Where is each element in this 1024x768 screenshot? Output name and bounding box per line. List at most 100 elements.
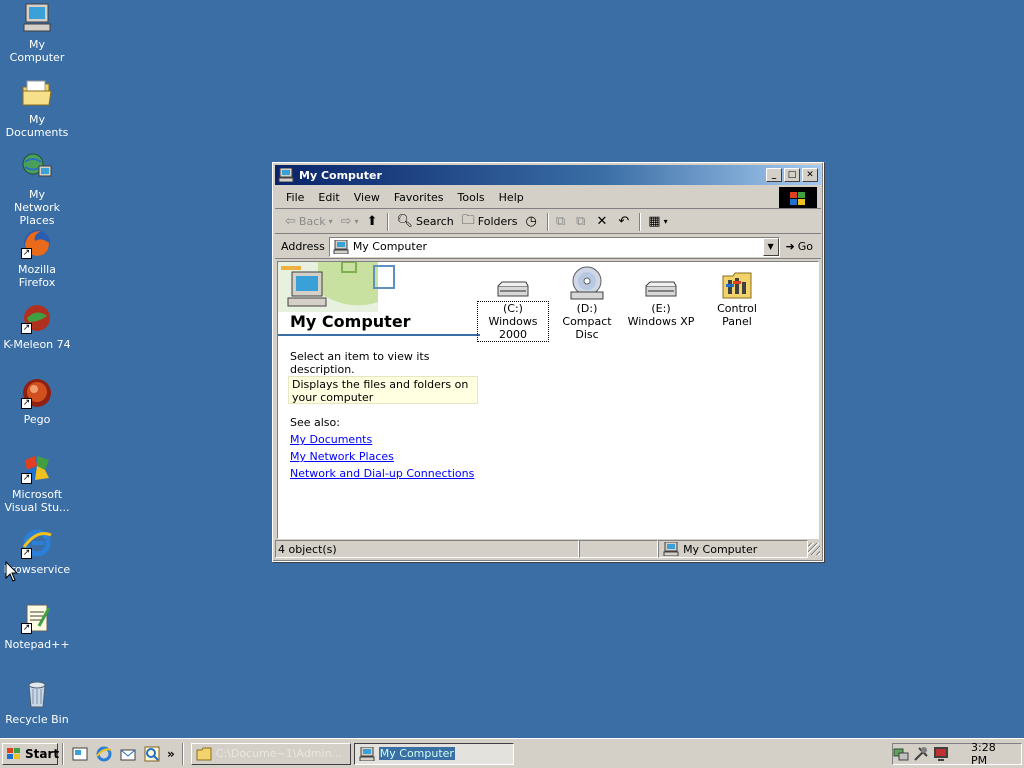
- network-tray-icon[interactable]: [893, 746, 909, 762]
- search-icon[interactable]: [143, 745, 161, 763]
- standard-toolbar: ⇦ Back ▾ ⇨ ▾ ⬆ 🔍︎ Search 🗀︎ Folders ◷ ⧉ ⧉ ✕ ↶…: [275, 210, 821, 234]
- address-value: My Computer: [352, 240, 427, 253]
- desktop-icon-label: Recycle Bin: [5, 713, 69, 726]
- maximize-button[interactable]: □: [784, 168, 800, 182]
- control-panel-item[interactable]: Control Panel: [700, 264, 774, 328]
- address-field[interactable]: My Computer ▼: [328, 236, 780, 257]
- taskbar: Start » C:\Docume~1\Admin... My Computer…: [0, 738, 1024, 768]
- my-computer-icon: [21, 2, 53, 34]
- minimize-button[interactable]: _: [766, 168, 782, 182]
- pane-hint: Select an item to view its description.: [290, 350, 430, 376]
- title-bar[interactable]: My Computer _ □ ✕: [275, 165, 821, 185]
- search-icon: 🔍︎: [396, 214, 413, 229]
- views-button[interactable]: ▦ ▾: [644, 211, 671, 233]
- shortcut-arrow-icon: ↗: [21, 248, 32, 259]
- status-location-text: My Computer: [683, 542, 758, 556]
- undo-button[interactable]: ↶: [614, 211, 636, 233]
- tools-tray-icon[interactable]: [913, 746, 929, 762]
- back-button[interactable]: ⇦ Back ▾: [281, 211, 337, 233]
- desktop-icon-visual-studio[interactable]: ↗ Microsoft Visual Stu...: [0, 452, 74, 514]
- cd-drive-icon: [567, 264, 607, 300]
- my-computer-icon: [278, 167, 294, 183]
- my-computer-window[interactable]: My Computer _ □ ✕ File Edit View Favorit…: [272, 162, 824, 562]
- my-computer-icon: [359, 746, 375, 761]
- show-desktop-icon[interactable]: [71, 745, 89, 763]
- address-dropdown-button[interactable]: ▼: [762, 237, 779, 256]
- shortcut-arrow-icon: ↗: [21, 548, 32, 559]
- go-button[interactable]: ➜ Go: [780, 240, 821, 253]
- forward-button[interactable]: ⇨ ▾: [337, 211, 363, 233]
- search-label: Search: [415, 215, 454, 228]
- window-title: My Computer: [299, 168, 382, 182]
- network-places-icon: [21, 152, 53, 184]
- desktop-icon-network-places[interactable]: My Network Places: [0, 152, 74, 227]
- clock[interactable]: 3:28 PM: [971, 741, 1013, 767]
- info-pane: My Computer Select an item to view its d…: [278, 262, 482, 538]
- history-button[interactable]: ◷: [522, 211, 544, 233]
- taskbar-separator: [62, 742, 64, 765]
- k-meleon-icon: ↗: [21, 302, 53, 334]
- up-folder-button[interactable]: ⬆: [363, 211, 385, 233]
- desktop-icon-k-meleon[interactable]: ↗ K-Meleon 74: [0, 302, 74, 351]
- shortcut-arrow-icon: ↗: [21, 398, 32, 409]
- desktop-icon-label: My Documents: [5, 113, 69, 139]
- status-bar: 4 object(s) My Computer: [275, 539, 821, 559]
- back-label: Back: [298, 215, 326, 228]
- undo-icon: ↶: [618, 214, 630, 229]
- desktop-icon-label: My Network Places: [14, 188, 60, 227]
- delete-button[interactable]: ✕: [592, 211, 614, 233]
- desktop-icon-notepad-plus[interactable]: ↗ Notepad++: [0, 602, 74, 651]
- taskbar-task-my-computer[interactable]: My Computer: [353, 742, 514, 765]
- start-button[interactable]: Start: [2, 742, 59, 765]
- shortcut-arrow-icon: ↗: [21, 623, 32, 634]
- drive-d-item[interactable]: (D:) Compact Disc: [552, 264, 622, 341]
- search-button[interactable]: 🔍︎ Search: [392, 211, 457, 233]
- move-to-button[interactable]: ⧉: [552, 211, 572, 233]
- system-tray: 3:28 PM: [892, 741, 1022, 767]
- menu-favorites[interactable]: Favorites: [387, 189, 451, 206]
- desktop-icon-label: Pego: [23, 413, 51, 426]
- menu-file[interactable]: File: [279, 189, 311, 206]
- pane-banner: My Computer: [278, 262, 482, 336]
- dropdown-arrow-icon: ▾: [663, 217, 668, 226]
- drive-c-item[interactable]: (C:) Windows 2000: [477, 264, 549, 342]
- link-network-connections[interactable]: Network and Dial-up Connections: [290, 467, 474, 480]
- close-button[interactable]: ✕: [802, 168, 818, 182]
- desktop-icon-firefox[interactable]: ↗ Mozilla Firefox: [0, 227, 74, 289]
- link-my-documents[interactable]: My Documents: [290, 433, 372, 446]
- drive-label: (C:) Windows 2000: [477, 301, 549, 342]
- folders-icon: 🗀︎: [461, 212, 475, 228]
- menu-view[interactable]: View: [347, 189, 387, 206]
- menu-tools[interactable]: Tools: [451, 189, 492, 206]
- folder-icon: [196, 747, 212, 761]
- menu-help[interactable]: Help: [492, 189, 531, 206]
- mouse-cursor-icon: [5, 560, 19, 586]
- move-to-icon: ⧉: [555, 214, 566, 229]
- link-my-network-places[interactable]: My Network Places: [290, 450, 394, 463]
- see-also-label: See also:: [290, 416, 340, 429]
- copy-to-button[interactable]: ⧉: [572, 211, 592, 233]
- desktop-icon-recycle-bin[interactable]: Recycle Bin: [0, 677, 74, 726]
- quick-launch-chevron-icon[interactable]: »: [167, 747, 175, 761]
- up-folder-icon: ⬆: [366, 214, 378, 229]
- recycle-bin-icon: [21, 677, 53, 709]
- monitor-tray-icon[interactable]: [933, 746, 949, 762]
- desktop-icon-my-documents[interactable]: My Documents: [0, 77, 74, 139]
- desktop-icon-my-computer[interactable]: My Computer: [0, 2, 74, 64]
- folder-icon: [21, 77, 53, 109]
- drive-e-item[interactable]: (E:) Windows XP: [626, 264, 696, 328]
- ie-icon[interactable]: [95, 745, 113, 763]
- pane-description: Displays the files and folders on your c…: [288, 376, 478, 404]
- desktop-icon-pego[interactable]: ↗ Pego: [0, 377, 74, 426]
- dropdown-arrow-icon: ▾: [354, 217, 359, 226]
- menu-edit[interactable]: Edit: [311, 189, 346, 206]
- folders-button[interactable]: 🗀︎ Folders: [458, 211, 522, 233]
- forward-arrow-icon: ⇨: [340, 214, 352, 229]
- taskbar-task-command[interactable]: C:\Docume~1\Admin...: [190, 742, 351, 765]
- copy-to-icon: ⧉: [576, 214, 586, 229]
- hard-drive-icon: [641, 264, 681, 300]
- outlook-express-icon[interactable]: [119, 745, 137, 763]
- resize-grip-icon[interactable]: [808, 543, 820, 555]
- status-location: My Computer: [658, 540, 809, 558]
- back-arrow-icon: ⇦: [285, 214, 296, 229]
